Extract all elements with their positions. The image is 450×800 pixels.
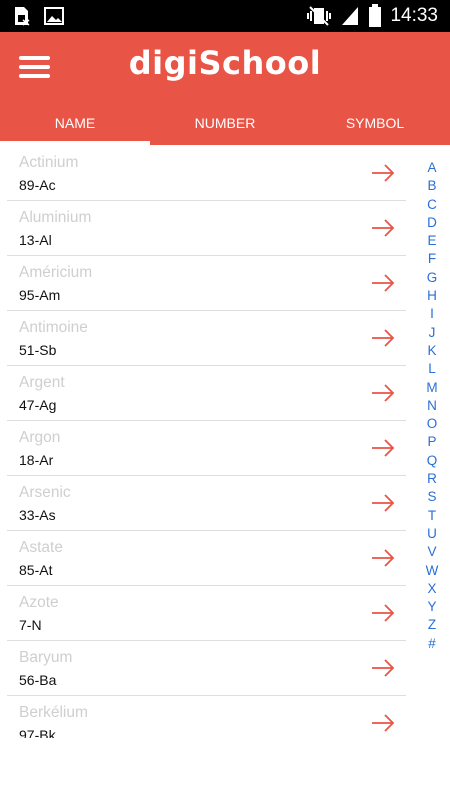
index-letter[interactable]: Q [423, 452, 441, 470]
element-code: 51-Sb [19, 342, 57, 358]
arrow-right-icon [372, 604, 395, 622]
index-letter[interactable]: U [423, 525, 441, 543]
arrow-right-icon [372, 384, 395, 402]
index-letter[interactable]: J [423, 324, 441, 342]
element-name: Aluminium [19, 209, 92, 226]
index-letter[interactable]: T [423, 507, 441, 525]
list-item[interactable]: Baryum 56-Ba [7, 641, 406, 696]
index-letter[interactable]: G [423, 269, 441, 287]
element-name: Astate [19, 539, 63, 556]
element-code: 47-Ag [19, 397, 57, 413]
element-list[interactable]: Actinium 89-Ac Aluminium 13-Al Américium… [7, 146, 406, 738]
signal-icon [340, 5, 360, 27]
element-code: 13-Al [19, 232, 52, 248]
element-code: 85-At [19, 562, 53, 578]
index-letter[interactable]: C [423, 196, 441, 214]
index-letter[interactable]: W [423, 562, 441, 580]
arrow-right-icon [372, 549, 395, 567]
element-code: 97-Bk [19, 727, 56, 738]
index-letter[interactable]: F [423, 250, 441, 268]
element-name: Argon [19, 429, 61, 446]
vibrate-icon [306, 5, 332, 27]
index-letter[interactable]: M [423, 379, 441, 397]
index-letter[interactable]: E [423, 232, 441, 250]
index-letter[interactable]: R [423, 470, 441, 488]
list-item[interactable]: Argon 18-Ar [7, 421, 406, 476]
element-name: Azote [19, 594, 59, 611]
tab-symbol[interactable]: SYMBOL [300, 112, 450, 145]
element-name: Berkélium [19, 704, 88, 721]
alphabet-index[interactable]: A B C D E F G H I J K L M N O P Q R S T … [423, 159, 441, 653]
arrow-right-icon [372, 439, 395, 457]
arrow-right-icon [372, 329, 395, 347]
list-item[interactable]: Antimoine 51-Sb [7, 311, 406, 366]
element-code: 7-N [19, 617, 42, 633]
list-item[interactable]: Azote 7-N [7, 586, 406, 641]
element-name: Américium [19, 264, 93, 281]
element-code: 89-Ac [19, 177, 56, 193]
tab-name[interactable]: NAME [0, 112, 150, 145]
index-letter[interactable]: N [423, 397, 441, 415]
index-letter[interactable]: Z [423, 616, 441, 634]
index-letter[interactable]: K [423, 342, 441, 360]
tab-bar: NAME NUMBER SYMBOL [0, 112, 450, 145]
element-name: Antimoine [19, 319, 88, 336]
element-code: 56-Ba [19, 672, 57, 688]
arrow-right-icon [372, 714, 395, 732]
list-item[interactable]: Arsenic 33-As [7, 476, 406, 531]
list-item[interactable]: Astate 85-At [7, 531, 406, 586]
element-code: 18-Ar [19, 452, 54, 468]
index-letter[interactable]: A [423, 159, 441, 177]
index-letter[interactable]: S [423, 488, 441, 506]
image-icon [44, 6, 64, 26]
index-letter[interactable]: P [423, 433, 441, 451]
index-letter[interactable]: D [423, 214, 441, 232]
app-bar: digiSchool NAME NUMBER SYMBOL [0, 32, 450, 145]
index-letter[interactable]: H [423, 287, 441, 305]
index-letter[interactable]: # [423, 635, 441, 653]
index-letter[interactable]: I [423, 305, 441, 323]
list-item[interactable]: Aluminium 13-Al [7, 201, 406, 256]
index-letter[interactable]: L [423, 360, 441, 378]
element-name: Argent [19, 374, 65, 391]
sim-card-icon [12, 6, 32, 26]
app-logo: digiSchool [128, 44, 322, 82]
list-item[interactable]: Argent 47-Ag [7, 366, 406, 421]
arrow-right-icon [372, 164, 395, 182]
element-name: Baryum [19, 649, 73, 666]
tab-number[interactable]: NUMBER [150, 112, 300, 145]
index-letter[interactable]: V [423, 543, 441, 561]
arrow-right-icon [372, 659, 395, 677]
index-letter[interactable]: B [423, 177, 441, 195]
arrow-right-icon [372, 494, 395, 512]
arrow-right-icon [372, 219, 395, 237]
status-bar: 14:33 [0, 0, 450, 32]
index-letter[interactable]: Y [423, 598, 441, 616]
list-item[interactable]: Actinium 89-Ac [7, 146, 406, 201]
element-name: Actinium [19, 154, 79, 171]
list-item[interactable]: Berkélium 97-Bk [7, 696, 406, 738]
element-name: Arsenic [19, 484, 71, 501]
index-letter[interactable]: O [423, 415, 441, 433]
status-time: 14:33 [390, 5, 438, 26]
element-code: 95-Am [19, 287, 61, 303]
element-code: 33-As [19, 507, 56, 523]
index-letter[interactable]: X [423, 580, 441, 598]
arrow-right-icon [372, 274, 395, 292]
battery-icon [368, 4, 382, 28]
list-item[interactable]: Américium 95-Am [7, 256, 406, 311]
